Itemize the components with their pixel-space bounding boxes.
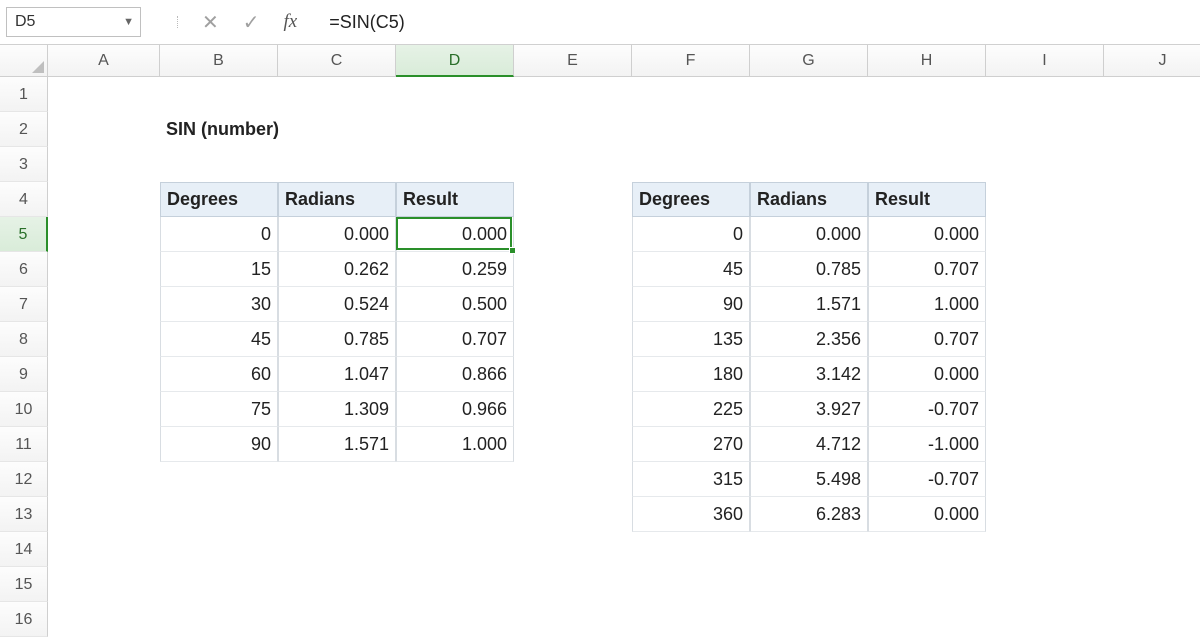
row-header-8[interactable]: 8 [0,322,48,357]
select-all-corner[interactable] [0,45,48,77]
row-header-7[interactable]: 7 [0,287,48,322]
row-header-13[interactable]: 13 [0,497,48,532]
cell-C7[interactable]: 0.524 [278,287,396,322]
column-header-D[interactable]: D [396,45,514,77]
fill-handle[interactable] [509,247,516,254]
column-header-B[interactable]: B [160,45,278,77]
cell-F12[interactable]: 315 [632,462,750,497]
column-header-G[interactable]: G [750,45,868,77]
cell-F10[interactable]: 225 [632,392,750,427]
column-header-H[interactable]: H [868,45,986,77]
cell-D11[interactable]: 1.000 [396,427,514,462]
cell-B5[interactable]: 0 [160,217,278,252]
cell-B11[interactable]: 90 [160,427,278,462]
cell-B7[interactable]: 30 [160,287,278,322]
cancel-icon[interactable]: ✕ [202,10,219,35]
row-header-12[interactable]: 12 [0,462,48,497]
column-header-I[interactable]: I [986,45,1104,77]
chevron-down-icon[interactable]: ▼ [123,16,134,28]
row-header-10[interactable]: 10 [0,392,48,427]
column-header-F[interactable]: F [632,45,750,77]
row-header-11[interactable]: 11 [0,427,48,462]
cell-H12[interactable]: -0.707 [868,462,986,497]
cell-G13[interactable]: 6.283 [750,497,868,532]
accept-icon[interactable]: ✓ [243,10,260,35]
cell-H10[interactable]: -0.707 [868,392,986,427]
column-header-A[interactable]: A [48,45,160,77]
row-header-16[interactable]: 16 [0,602,48,637]
fx-icon[interactable]: fx [284,11,298,33]
cell-G4[interactable]: Radians [750,182,868,217]
row-header-14[interactable]: 14 [0,532,48,567]
cell-F7[interactable]: 90 [632,287,750,322]
cell-F13[interactable]: 360 [632,497,750,532]
cell-D10[interactable]: 0.966 [396,392,514,427]
row-header-9[interactable]: 9 [0,357,48,392]
cell-F9[interactable]: 180 [632,357,750,392]
cell-D8[interactable]: 0.707 [396,322,514,357]
cell-H7[interactable]: 1.000 [868,287,986,322]
cell-B4[interactable]: Degrees [160,182,278,217]
row-header-15[interactable]: 15 [0,567,48,602]
name-box-value: D5 [15,13,35,31]
formula-input[interactable]: =SIN(C5) [317,12,1200,33]
cell-F11[interactable]: 270 [632,427,750,462]
cell-H13[interactable]: 0.000 [868,497,986,532]
row-header-2[interactable]: 2 [0,112,48,147]
cell-C10[interactable]: 1.309 [278,392,396,427]
cell-H4[interactable]: Result [868,182,986,217]
column-header-C[interactable]: C [278,45,396,77]
cell-F6[interactable]: 45 [632,252,750,287]
column-header-E[interactable]: E [514,45,632,77]
cell-F8[interactable]: 135 [632,322,750,357]
cell-H6[interactable]: 0.707 [868,252,986,287]
cell-B9[interactable]: 60 [160,357,278,392]
cell-G5[interactable]: 0.000 [750,217,868,252]
formula-bar-icons: ✕ ✓ fx [141,10,317,35]
cell-D7[interactable]: 0.500 [396,287,514,322]
row-header-5[interactable]: 5 [0,217,48,252]
cell-H11[interactable]: -1.000 [868,427,986,462]
cell-C5[interactable]: 0.000 [278,217,396,252]
cell-F5[interactable]: 0 [632,217,750,252]
cell-G11[interactable]: 4.712 [750,427,868,462]
cell-B6[interactable]: 15 [160,252,278,287]
cell-B10[interactable]: 75 [160,392,278,427]
separator-icon [177,16,178,28]
cell-C4[interactable]: Radians [278,182,396,217]
cell-D9[interactable]: 0.866 [396,357,514,392]
row-header-1[interactable]: 1 [0,77,48,112]
cell-C11[interactable]: 1.571 [278,427,396,462]
column-header-J[interactable]: J [1104,45,1200,77]
row-header-4[interactable]: 4 [0,182,48,217]
cell-H5[interactable]: 0.000 [868,217,986,252]
cell-G12[interactable]: 5.498 [750,462,868,497]
cell-G7[interactable]: 1.571 [750,287,868,322]
cell-F4[interactable]: Degrees [632,182,750,217]
cell-G8[interactable]: 2.356 [750,322,868,357]
cell-H8[interactable]: 0.707 [868,322,986,357]
name-box[interactable]: D5 ▼ [6,7,141,37]
row-header-6[interactable]: 6 [0,252,48,287]
row-header-3[interactable]: 3 [0,147,48,182]
cell-D4[interactable]: Result [396,182,514,217]
row-headers: 12345678910111213141516 [0,77,48,637]
cell-G6[interactable]: 0.785 [750,252,868,287]
cell-G9[interactable]: 3.142 [750,357,868,392]
cell-C8[interactable]: 0.785 [278,322,396,357]
cell-B8[interactable]: 45 [160,322,278,357]
cell-H9[interactable]: 0.000 [868,357,986,392]
formula-bar: D5 ▼ ✕ ✓ fx =SIN(C5) [0,0,1200,45]
cell-C9[interactable]: 1.047 [278,357,396,392]
column-headers: ABCDEFGHIJ [48,45,1200,77]
cell-G10[interactable]: 3.927 [750,392,868,427]
cell-B2[interactable]: SIN (number) [160,112,460,147]
cell-C6[interactable]: 0.262 [278,252,396,287]
cell-D6[interactable]: 0.259 [396,252,514,287]
cell-D5[interactable]: 0.000 [396,217,514,252]
